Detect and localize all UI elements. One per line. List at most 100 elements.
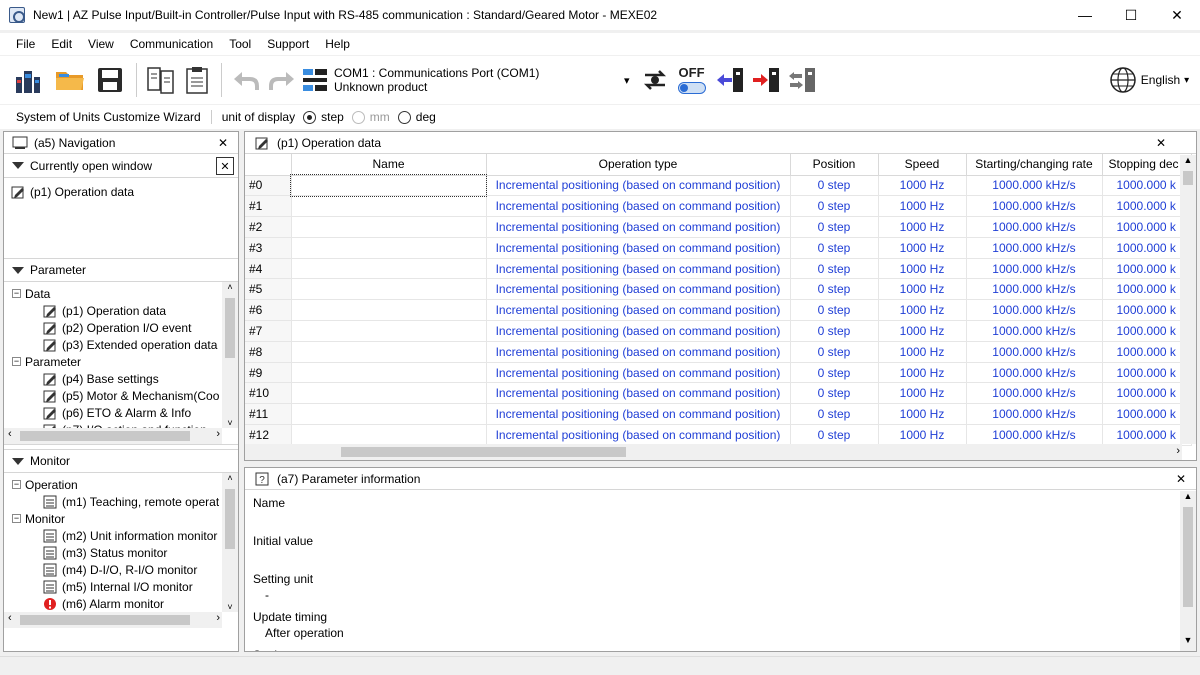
operation-type-cell[interactable]: Incremental positioning (based on comman… — [486, 175, 791, 197]
operation-type-cell[interactable]: Incremental positioning (based on comman… — [486, 382, 791, 405]
scroll-down-arrow-icon[interactable]: ˅ — [222, 418, 238, 428]
position-cell[interactable]: 0 step — [790, 175, 879, 197]
stopping-dec-cell[interactable]: 1000.000 k — [1102, 341, 1192, 363]
speed-cell[interactable]: 1000 Hz — [878, 424, 967, 446]
units-wizard-link[interactable]: System of Units Customize Wizard — [16, 110, 212, 124]
tree-item[interactable]: (p5) Motor & Mechanism(Coorc — [4, 387, 219, 404]
table-row[interactable]: #1 Incremental positioning (based on comm… — [245, 195, 1192, 218]
tree-vertical-scrollbar[interactable]: ˄ ˅ — [222, 282, 238, 428]
speed-cell[interactable]: 1000 Hz — [878, 341, 967, 363]
unit-step-radio[interactable] — [303, 110, 317, 124]
scrollbar-thumb[interactable] — [1183, 171, 1193, 185]
speed-cell[interactable]: 1000 Hz — [878, 382, 967, 405]
connect-toggle-button[interactable] — [638, 60, 672, 100]
tree-vertical-scrollbar[interactable]: ˄ ˅ — [222, 473, 238, 612]
scroll-up-arrow-icon[interactable]: ▲ — [1180, 491, 1196, 507]
table-row[interactable]: #0 Incremental positioning (based on comm… — [245, 174, 1192, 197]
close-all-windows-icon[interactable]: ✕ — [216, 157, 234, 175]
tree-item[interactable]: (m4) D-I/O, R-I/O monitor — [4, 561, 219, 578]
stopping-dec-cell[interactable]: 1000.000 k — [1102, 362, 1192, 384]
scrollbar-thumb[interactable] — [1183, 507, 1193, 607]
stopping-dec-cell[interactable]: 1000.000 k — [1102, 175, 1192, 197]
speed-cell[interactable]: 1000 Hz — [878, 362, 967, 384]
scrollbar-thumb[interactable] — [20, 431, 190, 441]
stopping-dec-cell[interactable]: 1000.000 k — [1102, 424, 1192, 446]
stopping-dec-cell[interactable]: 1000.000 k — [1102, 216, 1192, 238]
close-window-button[interactable]: ✕ — [1154, 0, 1200, 30]
operation-type-cell[interactable]: Incremental positioning (based on comman… — [486, 341, 791, 363]
tree-item[interactable]: (m1) Teaching, remote operatio — [4, 493, 219, 510]
starting-rate-cell[interactable]: 1000.000 kHz/s — [966, 195, 1103, 218]
collapse-box-icon[interactable]: − — [12, 480, 21, 489]
name-cell[interactable] — [291, 403, 487, 426]
position-cell[interactable]: 0 step — [790, 424, 879, 446]
name-cell[interactable] — [291, 299, 487, 322]
minimize-button[interactable]: — — [1062, 0, 1108, 30]
redo-button[interactable] — [264, 60, 300, 100]
scroll-right-arrow-icon[interactable]: › — [216, 612, 220, 624]
name-cell[interactable] — [291, 320, 487, 342]
speed-cell[interactable]: 1000 Hz — [878, 403, 967, 426]
menu-communication[interactable]: Communication — [122, 37, 221, 51]
tree-item[interactable]: (m6) Alarm monitor — [4, 595, 219, 612]
open-window-section-header[interactable]: Currently open window ✕ — [4, 154, 238, 178]
tree-item[interactable]: (m3) Status monitor — [4, 544, 219, 561]
stopping-dec-cell[interactable]: 1000.000 k — [1102, 195, 1192, 218]
starting-rate-cell[interactable]: 1000.000 kHz/s — [966, 403, 1103, 426]
operation-data-close-button[interactable]: ✕ — [1156, 136, 1166, 150]
position-cell[interactable]: 0 step — [790, 362, 879, 384]
column-header-stopping-dec[interactable]: Stopping dec — [1102, 154, 1192, 176]
tree-group[interactable]: − Monitor — [4, 510, 219, 527]
table-row[interactable]: #3 Incremental positioning (based on comm… — [245, 237, 1192, 259]
starting-rate-cell[interactable]: 1000.000 kHz/s — [966, 362, 1103, 384]
operation-type-cell[interactable]: Incremental positioning (based on comman… — [486, 195, 791, 218]
scroll-up-arrow-icon[interactable]: ▲ — [1180, 155, 1196, 171]
stopping-dec-cell[interactable]: 1000.000 k — [1102, 382, 1192, 405]
column-header-speed[interactable]: Speed — [878, 154, 967, 176]
com-port-info[interactable]: COM1 : Communications Port (COM1) Unknow… — [334, 66, 624, 94]
tree-item[interactable]: (p4) Base settings — [4, 370, 219, 387]
stopping-dec-cell[interactable]: 1000.000 k — [1102, 299, 1192, 322]
menu-edit[interactable]: Edit — [43, 37, 80, 51]
table-row[interactable]: #5 Incremental positioning (based on comm… — [245, 278, 1192, 301]
operation-type-cell[interactable]: Incremental positioning (based on comman… — [486, 258, 791, 280]
tree-item[interactable]: (p1) Operation data — [4, 302, 219, 319]
starting-rate-cell[interactable]: 1000.000 kHz/s — [966, 299, 1103, 322]
stopping-dec-cell[interactable]: 1000.000 k — [1102, 403, 1192, 426]
table-row[interactable]: #8 Incremental positioning (based on comm… — [245, 341, 1192, 363]
operation-type-cell[interactable]: Incremental positioning (based on comman… — [486, 403, 791, 426]
name-cell[interactable] — [291, 341, 487, 363]
operation-type-cell[interactable]: Incremental positioning (based on comman… — [486, 278, 791, 301]
save-button[interactable] — [90, 60, 130, 100]
com-port-dropdown-arrow[interactable]: ▾ — [624, 74, 630, 87]
stopping-dec-cell[interactable]: 1000.000 k — [1102, 320, 1192, 342]
new-file-button[interactable] — [10, 60, 50, 100]
tree-group[interactable]: − Operation — [4, 476, 219, 493]
tree-item[interactable]: (m5) Internal I/O monitor — [4, 578, 219, 595]
starting-rate-cell[interactable]: 1000.000 kHz/s — [966, 424, 1103, 446]
scroll-up-arrow-icon[interactable]: ˄ — [222, 473, 238, 487]
operation-data-vertical-scrollbar[interactable]: ▲ — [1180, 155, 1196, 444]
scroll-left-arrow-icon[interactable]: ‹ — [8, 612, 12, 624]
starting-rate-cell[interactable]: 1000.000 kHz/s — [966, 278, 1103, 301]
name-cell[interactable] — [291, 424, 487, 446]
operation-data-horizontal-scrollbar[interactable]: › — [245, 444, 1182, 460]
name-cell[interactable] — [291, 237, 487, 259]
menu-support[interactable]: Support — [259, 37, 317, 51]
operation-type-cell[interactable]: Incremental positioning (based on comman… — [486, 299, 791, 322]
navigation-close-button[interactable]: ✕ — [218, 136, 228, 150]
speed-cell[interactable]: 1000 Hz — [878, 299, 967, 322]
speed-cell[interactable]: 1000 Hz — [878, 216, 967, 238]
read-from-device-button[interactable] — [712, 60, 748, 100]
language-selector[interactable]: English ▾ — [1106, 60, 1192, 100]
starting-rate-cell[interactable]: 1000.000 kHz/s — [966, 341, 1103, 363]
table-row[interactable]: #11 Incremental positioning (based on com… — [245, 403, 1192, 426]
position-cell[interactable]: 0 step — [790, 195, 879, 218]
scroll-down-arrow-icon[interactable]: ˅ — [222, 602, 238, 612]
position-cell[interactable]: 0 step — [790, 258, 879, 280]
tree-horizontal-scrollbar[interactable]: ‹ › — [4, 612, 222, 628]
position-cell[interactable]: 0 step — [790, 237, 879, 259]
starting-rate-cell[interactable]: 1000.000 kHz/s — [966, 258, 1103, 280]
tree-item[interactable]: (p6) ETO & Alarm & Info — [4, 404, 219, 421]
menu-view[interactable]: View — [80, 37, 122, 51]
